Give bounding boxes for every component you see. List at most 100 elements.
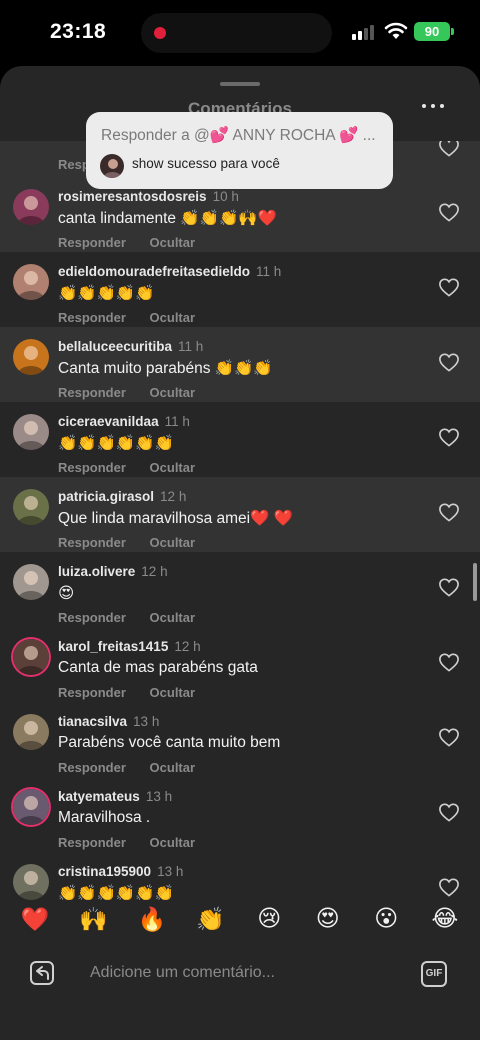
like-heart-icon[interactable] [438,277,460,297]
like-heart-icon[interactable] [438,427,460,447]
like-heart-icon[interactable] [438,202,460,222]
emoji-clapping-hands-button[interactable]: 👏 [191,906,231,933]
reply-link[interactable]: Responder [58,460,126,475]
avatar[interactable] [13,489,49,525]
avatar [100,154,124,178]
clock: 23:18 [50,20,107,43]
hide-link[interactable]: Ocultar [150,310,196,325]
comment-text: Canta muito parabéns 👏👏👏 [58,360,273,377]
comment-text: 👏👏👏👏👏👏 [58,435,174,452]
hide-link[interactable]: Ocultar [150,760,196,775]
reply-preview-text: show sucesso para você [132,156,280,171]
comment-text: 😍 [58,585,75,602]
reply-link[interactable]: Responder [58,835,126,850]
hide-link[interactable]: Ocultar [150,385,196,400]
reply-link[interactable]: Responder [58,610,126,625]
status-bar: 23:18 90 [0,0,480,66]
comment-text: Canta de mas parabéns gata [58,659,258,676]
like-heart-icon[interactable] [438,141,460,157]
sheet-grabber[interactable] [220,82,260,86]
avatar[interactable] [13,639,49,675]
comment-list[interactable]: Responder rosimeresantosdosreis 10 h cant… [0,141,480,966]
battery-indicator: 90 [414,22,454,41]
emoji-surprised-face-button[interactable]: 😮 [366,906,406,932]
hide-link[interactable]: Ocultar [150,235,196,250]
comment-actions: Responder Ocultar [58,310,215,325]
reply-link[interactable]: Responder [58,685,126,700]
comment-actions: Responder Ocultar [58,460,215,475]
emoji-reaction-bar: ❤️ 🙌 🔥 👏 😢 😍 😮 😂 [0,893,480,945]
comment-username[interactable]: ciceraevanildaa [58,414,159,429]
avatar[interactable] [13,414,49,450]
hide-link[interactable]: Ocultar [150,610,196,625]
gif-button[interactable]: GIF [421,961,447,987]
comment-username[interactable]: bellaluceecuritiba [58,339,172,354]
reply-link[interactable]: Responder [58,760,126,775]
comment-item: patricia.girasol 12 h Que linda maravilho… [0,477,480,552]
comment-username[interactable]: luiza.olivere [58,564,135,579]
comment-username[interactable]: edieldomouradefreitasedieldo [58,264,250,279]
avatar[interactable] [13,264,49,300]
comment-username[interactable]: karol_freitas1415 [58,639,168,654]
wifi-icon [384,22,408,39]
comment-actions: Responder Ocultar [58,385,215,400]
comment-username[interactable]: patricia.girasol [58,489,154,504]
comment-username[interactable]: katyemateus [58,789,140,804]
emoji-raised-hands-button[interactable]: 🙌 [74,906,114,933]
comment-input[interactable] [76,953,406,993]
comment-item: edieldomouradefreitasedieldo 11 h 👏👏👏👏👏 R… [0,252,480,327]
comment-actions: Responder Ocultar [58,685,215,700]
reply-preview-popup: Responder a @💕 ANNY ROCHA 💕 ... show suc… [86,112,393,189]
hide-link[interactable]: Ocultar [150,460,196,475]
comment-actions: Responder Ocultar [58,610,215,625]
emoji-laughing-face-button[interactable]: 😂 [425,906,465,932]
comment-time: 11 h [164,414,190,429]
comment-time: 12 h [160,489,187,504]
emoji-fire-button[interactable]: 🔥 [132,906,172,933]
comment-text: Parabéns você canta muito bem [58,734,281,751]
home-indicator-area [0,1003,480,1040]
emoji-heart-eyes-face-button[interactable]: 😍 [308,906,348,932]
emoji-crying-face-button[interactable]: 😢 [249,906,289,932]
comment-time: 12 h [141,564,168,579]
comment-time: 10 h [212,189,239,204]
comment-time: 12 h [174,639,201,654]
comment-username[interactable]: rosimeresantosdosreis [58,189,207,204]
comment-item: ciceraevanildaa 11 h 👏👏👏👏👏👏 Responder Ocu… [0,402,480,477]
scrollbar[interactable] [473,563,477,601]
like-heart-icon[interactable] [438,502,460,522]
comment-actions: Responder Ocultar [58,235,215,250]
reply-link[interactable]: Responder [58,235,126,250]
more-options-icon[interactable] [420,94,448,118]
dynamic-island [141,13,332,53]
comment-time: 13 h [157,864,184,879]
like-heart-icon[interactable] [438,577,460,597]
hide-link[interactable]: Ocultar [150,535,196,550]
hide-link[interactable]: Ocultar [150,685,196,700]
reply-link[interactable]: Responder [58,310,126,325]
reply-back-icon[interactable] [29,960,55,986]
emoji-heart-button[interactable]: ❤️ [15,906,55,933]
avatar[interactable] [13,339,49,375]
comment-input-bar: GIF [0,945,480,1003]
reply-link[interactable]: Responder [58,385,126,400]
comment-username[interactable]: tianacsilva [58,714,127,729]
like-heart-icon[interactable] [438,802,460,822]
comment-text: Maravilhosa . [58,809,151,826]
like-heart-icon[interactable] [438,652,460,672]
reply-preview-title: Responder a @💕 ANNY ROCHA 💕 ... [101,127,376,144]
avatar[interactable] [13,714,49,750]
avatar[interactable] [13,564,49,600]
comment-username[interactable]: cristina195900 [58,864,151,879]
avatar[interactable] [13,789,49,825]
like-heart-icon[interactable] [438,727,460,747]
comment-text: 👏👏👏👏👏 [58,285,155,302]
hide-link[interactable]: Ocultar [150,835,196,850]
like-heart-icon[interactable] [438,352,460,372]
avatar[interactable] [13,189,49,225]
comment-actions: Responder Ocultar [58,835,215,850]
comment-item: tianacsilva 13 h Parabéns você canta muit… [0,702,480,777]
comment-item: karol_freitas1415 12 h Canta de mas parab… [0,627,480,702]
reply-link[interactable]: Responder [58,535,126,550]
comments-sheet: Comentários Responder rosimeresantosdosr… [0,66,480,1040]
